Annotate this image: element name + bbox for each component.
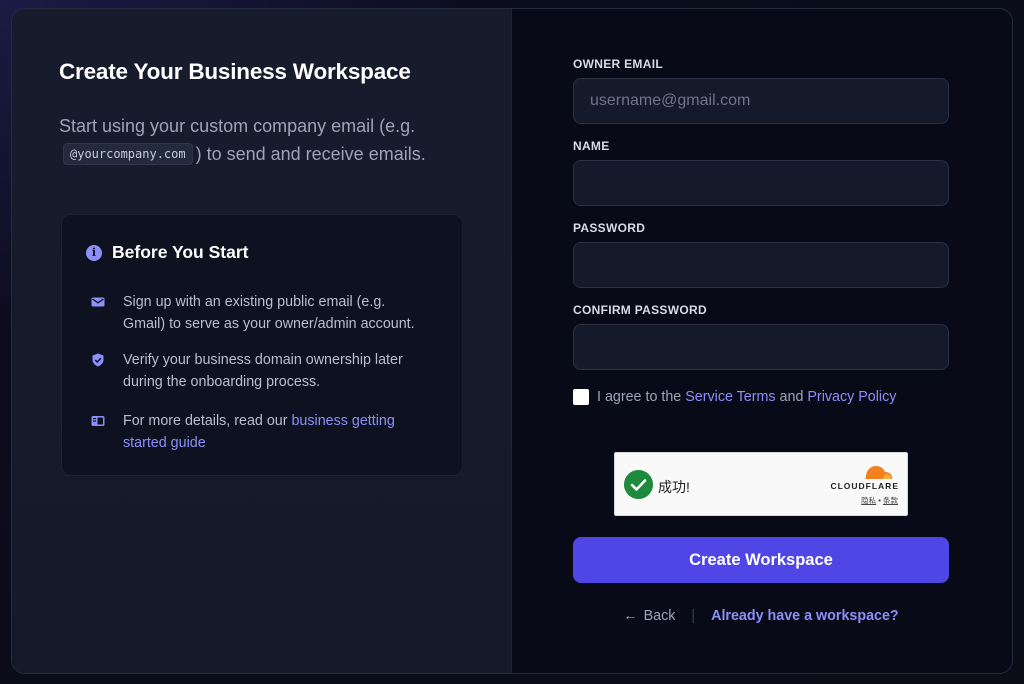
back-link[interactable]: ← Back bbox=[623, 608, 675, 624]
page-title: Create Your Business Workspace bbox=[59, 59, 411, 84]
form-footer-links: ← Back | Already have a workspace? bbox=[573, 608, 949, 624]
signup-card: Create Your Business Workspace Start usi… bbox=[11, 8, 1013, 674]
subtitle-text-end: ) to send and receive emails. bbox=[195, 144, 426, 164]
domain-example-code: @yourcompany.com bbox=[63, 143, 193, 165]
page-subtitle: Start using your custom company email (e… bbox=[59, 112, 479, 170]
name-input[interactable] bbox=[573, 160, 949, 206]
privacy-policy-link[interactable]: Privacy Policy bbox=[807, 389, 896, 405]
terms-agreement-text: I agree to the Service Terms and Privacy… bbox=[597, 389, 896, 405]
success-check-icon bbox=[624, 470, 653, 499]
intro-panel: Create Your Business Workspace Start usi… bbox=[12, 9, 512, 673]
tip-item-guide: For more details, read our business gett… bbox=[90, 410, 420, 454]
captcha-status: 成功! bbox=[658, 479, 690, 495]
shield-check-icon bbox=[92, 353, 104, 367]
subtitle-text-start: Start using your custom company email (e… bbox=[59, 116, 416, 136]
back-label: Back bbox=[643, 608, 676, 624]
tip-text-email: Sign up with an existing public email (e… bbox=[123, 294, 415, 332]
password-input[interactable] bbox=[573, 242, 949, 288]
cloudflare-brand: CLOUDFLARE bbox=[830, 481, 899, 491]
existing-workspace-link[interactable]: Already have a workspace? bbox=[711, 608, 899, 624]
owner-email-input[interactable] bbox=[573, 78, 949, 124]
confirm-password-input[interactable] bbox=[573, 324, 949, 370]
name-label: NAME bbox=[573, 139, 610, 153]
tip-item-verify: Verify your business domain ownership la… bbox=[90, 349, 420, 393]
captcha-link-dot: • bbox=[878, 496, 881, 505]
tip-guide-prefix: For more details, read our bbox=[123, 413, 292, 429]
cloudflare-captcha-widget[interactable]: 成功! CLOUDFLARE 隐私 • 条款 bbox=[614, 452, 908, 516]
create-workspace-button[interactable]: Create Workspace bbox=[573, 537, 949, 583]
terms-checkbox[interactable] bbox=[573, 389, 589, 405]
tip-item-email: Sign up with an existing public email (e… bbox=[90, 291, 420, 335]
tip-text-verify: Verify your business domain ownership la… bbox=[123, 352, 403, 390]
captcha-terms-link[interactable]: 条款 bbox=[883, 496, 898, 505]
info-icon: i bbox=[86, 244, 102, 261]
captcha-privacy-link[interactable]: 隐私 bbox=[861, 496, 876, 505]
owner-email-label: OWNER EMAIL bbox=[573, 57, 663, 71]
captcha-links: 隐私 • 条款 bbox=[861, 495, 898, 506]
signup-form-panel: OWNER EMAIL NAME PASSWORD CONFIRM PASSWO… bbox=[512, 9, 1012, 673]
footer-separator: | bbox=[691, 608, 696, 624]
service-terms-link[interactable]: Service Terms bbox=[685, 389, 775, 405]
terms-agreement: I agree to the Service Terms and Privacy… bbox=[573, 389, 896, 405]
book-icon bbox=[91, 416, 105, 426]
agree-prefix: I agree to the bbox=[597, 389, 682, 405]
cloudflare-cloud-icon bbox=[865, 466, 892, 479]
info-box-header: i Before You Start bbox=[86, 242, 248, 263]
tip-text-guide: For more details, read our business gett… bbox=[123, 410, 420, 454]
agree-middle: and bbox=[779, 389, 804, 405]
info-box-title: Before You Start bbox=[112, 242, 249, 262]
confirm-password-label: CONFIRM PASSWORD bbox=[573, 303, 707, 317]
before-you-start-box: i Before You Start Sign up with an exist… bbox=[61, 214, 463, 476]
password-label: PASSWORD bbox=[573, 221, 646, 235]
mail-icon bbox=[91, 297, 105, 307]
arrow-left-icon: ← bbox=[623, 608, 638, 624]
